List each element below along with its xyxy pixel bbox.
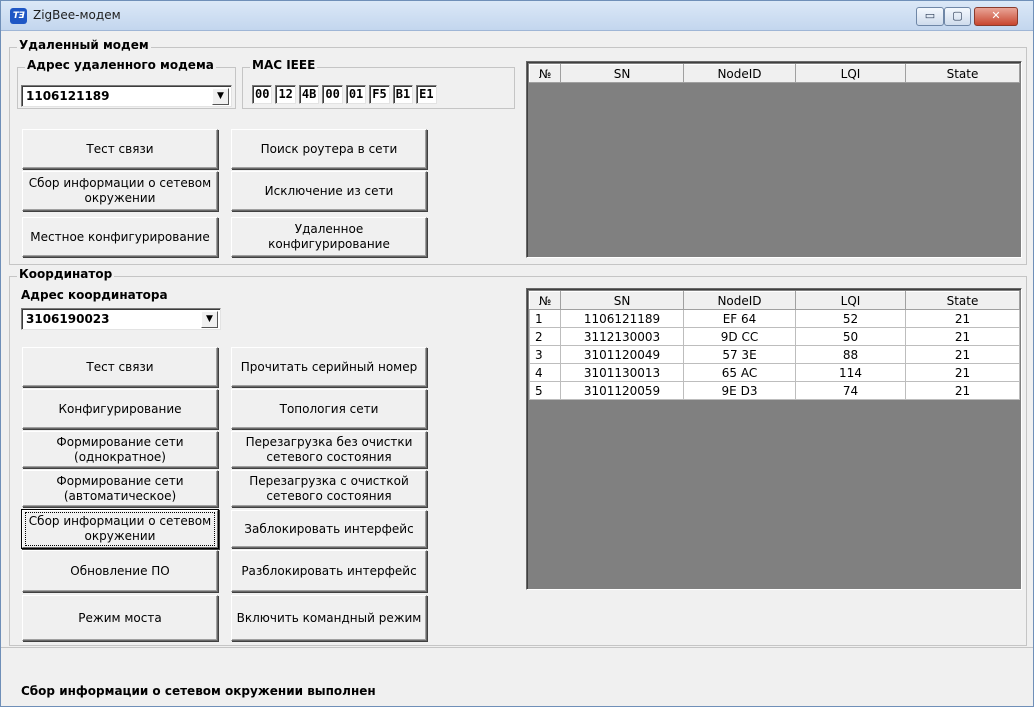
lock-interface-button[interactable]: Заблокировать интерфейс: [231, 510, 427, 548]
title-bar[interactable]: TƎ ZigBee-модем ▭ ▢ ✕: [1, 1, 1033, 31]
cell-no: 3: [529, 345, 561, 364]
table-header-row: № SN NodeID LQI State: [529, 64, 1020, 83]
mac-byte-field[interactable]: 00: [252, 85, 273, 104]
firmware-update-button[interactable]: Обновление ПО: [22, 550, 218, 592]
column-header-no[interactable]: №: [529, 64, 561, 83]
close-button[interactable]: ✕: [974, 7, 1018, 26]
status-panel: Сбор информации о сетевом окружении выпо…: [1, 647, 1033, 706]
cell-no: 5: [529, 381, 561, 400]
cell-no: 1: [529, 309, 561, 328]
local-config-button[interactable]: Местное конфигурирование: [22, 217, 218, 257]
cell-sn: 3101130013: [560, 363, 684, 382]
configure-button[interactable]: Конфигурирование: [22, 389, 218, 429]
cell-state: 21: [905, 327, 1020, 346]
cell-nodeid: EF 64: [683, 309, 796, 328]
cell-no: 4: [529, 363, 561, 382]
cell-sn: 3112130003: [560, 327, 684, 346]
cell-lqi: 88: [795, 345, 906, 364]
cell-lqi: 114: [795, 363, 906, 382]
window-title: ZigBee-модем: [33, 8, 121, 22]
cell-lqi: 50: [795, 327, 906, 346]
minimize-button[interactable]: ▭: [916, 7, 944, 26]
column-header-no[interactable]: №: [529, 291, 561, 310]
cell-state: 21: [905, 309, 1020, 328]
exclude-from-network-button[interactable]: Исключение из сети: [231, 171, 427, 211]
read-serial-button[interactable]: Прочитать серийный номер: [231, 347, 427, 387]
unlock-interface-button[interactable]: Разблокировать интерфейс: [231, 550, 427, 592]
coordinator-address-value: 3106190023: [26, 312, 110, 326]
coordinator-address-combo[interactable]: 3106190023 ▼: [21, 308, 221, 330]
mac-byte-field[interactable]: E1: [416, 85, 437, 104]
remote-nodes-grid[interactable]: № SN NodeID LQI State: [526, 61, 1022, 258]
column-header-sn[interactable]: SN: [560, 291, 684, 310]
column-header-sn[interactable]: SN: [560, 64, 684, 83]
cell-nodeid: 57 3E: [683, 345, 796, 364]
remote-modem-group-label: Удаленный модем: [17, 38, 151, 52]
mac-byte-field[interactable]: 00: [322, 85, 343, 104]
column-header-state[interactable]: State: [905, 291, 1020, 310]
table-header-row: № SN NodeID LQI State: [529, 291, 1020, 310]
cell-lqi: 52: [795, 309, 906, 328]
mac-fields: 00 12 4B 00 01 F5 B1 E1: [252, 85, 437, 104]
cell-nodeid: 9E D3: [683, 381, 796, 400]
remote-config-button[interactable]: Удаленное конфигурирование: [231, 217, 427, 257]
cell-state: 21: [905, 363, 1020, 382]
column-header-nodeid[interactable]: NodeID: [683, 291, 796, 310]
coordinator-address-label: Адрес координатора: [21, 288, 168, 302]
remote-collect-info-button[interactable]: Сбор информации о сетевом окружении: [22, 171, 218, 211]
app-logo-icon: TƎ: [10, 8, 27, 24]
cell-lqi: 74: [795, 381, 906, 400]
column-header-lqi[interactable]: LQI: [795, 64, 906, 83]
form-network-once-button[interactable]: Формирование сети (однократное): [22, 431, 218, 468]
chevron-down-icon[interactable]: ▼: [212, 88, 229, 105]
table-row[interactable]: 5 3101120059 9E D3 74 21: [529, 381, 1020, 400]
remote-address-combo[interactable]: 1106121189 ▼: [21, 85, 232, 107]
coordinator-group-label: Координатор: [17, 267, 115, 281]
maximize-button[interactable]: ▢: [944, 7, 971, 26]
mac-label: MAC IEEE: [250, 58, 318, 72]
coordinator-collect-info-button[interactable]: Сбор информации о сетевом окружении: [22, 510, 218, 548]
table-row[interactable]: 4 3101130013 65 AC 114 21: [529, 363, 1020, 382]
cell-nodeid: 65 AC: [683, 363, 796, 382]
cell-state: 21: [905, 381, 1020, 400]
mac-byte-field[interactable]: B1: [392, 85, 414, 104]
mac-byte-field[interactable]: 01: [345, 85, 367, 104]
command-mode-button[interactable]: Включить командный режим: [231, 595, 427, 641]
table-row[interactable]: 2 3112130003 9D CC 50 21: [529, 327, 1020, 346]
form-network-auto-button[interactable]: Формирование сети (автоматическое): [22, 470, 218, 507]
find-router-button[interactable]: Поиск роутера в сети: [231, 129, 427, 169]
remote-test-button[interactable]: Тест связи: [22, 129, 218, 169]
remote-address-value: 1106121189: [26, 89, 110, 103]
bridge-mode-button[interactable]: Режим моста: [22, 595, 218, 641]
cell-state: 21: [905, 345, 1020, 364]
cell-sn: 3101120049: [560, 345, 684, 364]
mac-byte-field[interactable]: 12: [275, 85, 296, 104]
table-row[interactable]: 3 3101120049 57 3E 88 21: [529, 345, 1020, 364]
remote-address-label: Адрес удаленного модема: [25, 58, 216, 72]
coordinator-nodes-table: № SN NodeID LQI State 1 1106121189 EF 64…: [529, 291, 1020, 400]
cell-sn: 3101120059: [560, 381, 684, 400]
reboot-clear-button[interactable]: Перезагрузка с очисткой сетевого состоян…: [231, 470, 427, 507]
remote-nodes-table: № SN NodeID LQI State: [529, 64, 1020, 83]
reboot-no-clear-button[interactable]: Перезагрузка без очистки сетевого состоя…: [231, 431, 427, 468]
mac-byte-field[interactable]: 4B: [298, 85, 320, 104]
mac-byte-field[interactable]: F5: [369, 85, 390, 104]
cell-no: 2: [529, 327, 561, 346]
column-header-state[interactable]: State: [905, 64, 1020, 83]
coordinator-test-button[interactable]: Тест связи: [22, 347, 218, 387]
column-header-lqi[interactable]: LQI: [795, 291, 906, 310]
main-window: TƎ ZigBee-модем ▭ ▢ ✕ Удаленный модем Ад…: [0, 0, 1034, 707]
coordinator-nodes-grid[interactable]: № SN NodeID LQI State 1 1106121189 EF 64…: [526, 288, 1022, 590]
chevron-down-icon[interactable]: ▼: [201, 311, 218, 328]
network-topology-button[interactable]: Топология сети: [231, 389, 427, 429]
status-message: Сбор информации о сетевом окружении выпо…: [21, 684, 376, 698]
table-row[interactable]: 1 1106121189 EF 64 52 21: [529, 309, 1020, 328]
cell-nodeid: 9D CC: [683, 327, 796, 346]
cell-sn: 1106121189: [560, 309, 684, 328]
column-header-nodeid[interactable]: NodeID: [683, 64, 796, 83]
